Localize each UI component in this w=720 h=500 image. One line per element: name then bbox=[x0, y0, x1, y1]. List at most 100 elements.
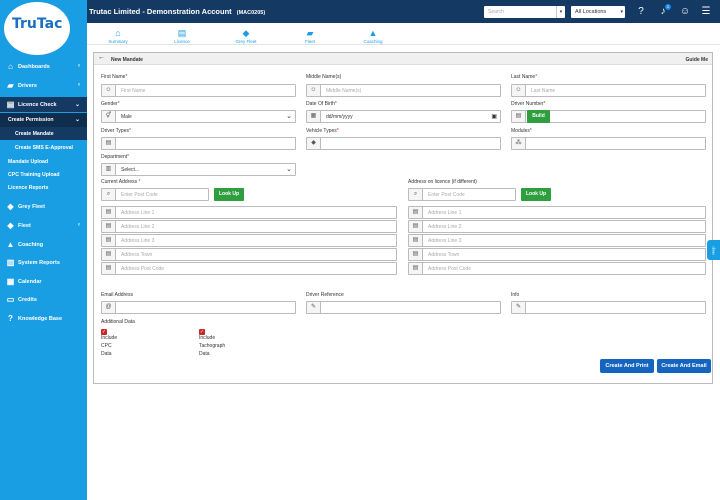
licence-address-line-3[interactable]: ▤ Address Line 3 bbox=[408, 234, 706, 247]
tab-grey-fleet[interactable]: ◆ Grey Fleet bbox=[231, 28, 261, 44]
sidebar-item-licence-reports[interactable]: Licence Reports bbox=[0, 181, 87, 194]
location-select[interactable]: All Locations ▾ bbox=[571, 6, 625, 18]
tab-coaching[interactable]: ▲ Coaching bbox=[358, 28, 388, 44]
gender-label: Gender* bbox=[101, 101, 120, 107]
user-icon: ☺ bbox=[512, 85, 526, 96]
current-postcode-field[interactable]: ⌕ Enter Post Code bbox=[101, 188, 209, 201]
search-input[interactable]: Search ▾ bbox=[484, 6, 565, 18]
licence-address-line-2[interactable]: ▤ Address Line 2 bbox=[408, 220, 706, 233]
placeholder: dd/mm/yyyy bbox=[326, 114, 353, 120]
licence-address-line-1[interactable]: ▤ Address Line 1 bbox=[408, 206, 706, 219]
bell-icon[interactable]: ♪ 2 bbox=[657, 4, 671, 18]
sidebar-item-label: Calendar bbox=[18, 279, 42, 285]
sidebar-item-coaching[interactable]: ▲ Coaching bbox=[0, 237, 87, 252]
sidebar-item-cpc-training-upload[interactable]: CPC Training Upload bbox=[0, 168, 87, 181]
settings-icon[interactable]: ☰ bbox=[700, 6, 712, 18]
email-field[interactable]: @ bbox=[101, 301, 296, 314]
user-icon: ☺ bbox=[307, 85, 321, 96]
build-button[interactable]: Build bbox=[527, 110, 550, 123]
home-icon: ⌂ bbox=[115, 28, 121, 38]
label-text: Date Of Birth bbox=[306, 101, 335, 107]
create-and-email-button[interactable]: Create And Email bbox=[657, 359, 711, 373]
current-address-postcode[interactable]: ▤ Address Post Code bbox=[101, 262, 397, 275]
middle-name-field[interactable]: ☺ Middle Name(s) bbox=[306, 84, 501, 97]
current-address-line-3[interactable]: ▤ Address Line 3 bbox=[101, 234, 397, 247]
placeholder: Middle Name(s) bbox=[326, 88, 362, 94]
list-icon: ▤ bbox=[102, 138, 116, 149]
sidebar-item-dashboards[interactable]: ⌂ Dashboards ‹ bbox=[0, 59, 87, 74]
sidebar-item-system-reports[interactable]: ▥ System Reports bbox=[0, 255, 87, 270]
licence-address-postcode[interactable]: ▤ Address Post Code bbox=[408, 262, 706, 275]
current-address-town[interactable]: ▤ Address Town bbox=[101, 248, 397, 261]
licence-postcode-field[interactable]: ⌕ Enter Post Code bbox=[408, 188, 516, 201]
info-field[interactable]: ✎ bbox=[511, 301, 706, 314]
gender-icon: ⚥ bbox=[102, 111, 116, 122]
tab-fleet[interactable]: ▰ Fleet bbox=[295, 28, 325, 44]
current-lookup-button[interactable]: Look Up bbox=[214, 188, 244, 201]
gender-select[interactable]: ⚥ Male ⌄ bbox=[101, 110, 296, 123]
last-name-field[interactable]: ☺ Last Name bbox=[511, 84, 706, 97]
modules-field[interactable]: ⁂ bbox=[511, 137, 706, 150]
dob-field[interactable]: ▦ dd/mm/yyyy ▣ bbox=[306, 110, 501, 123]
tab-label: Summary bbox=[108, 39, 128, 44]
guide-me-link[interactable]: Guide Me bbox=[685, 57, 708, 63]
create-and-print-button[interactable]: Create And Print bbox=[600, 359, 654, 373]
sidebar-item-label: CPC Training Upload bbox=[8, 172, 60, 178]
label-line: Data bbox=[101, 351, 112, 357]
label-text: First Name bbox=[101, 74, 126, 80]
sidebar-item-label: System Reports bbox=[18, 260, 60, 266]
sidebar-item-calendar[interactable]: ▦ Calendar bbox=[0, 274, 87, 289]
label-text: Current Address bbox=[101, 179, 138, 185]
sidebar-item-create-mandate[interactable]: Create Mandate bbox=[0, 127, 87, 140]
calendar-icon[interactable]: ▣ bbox=[491, 113, 497, 120]
placeholder: Address Line 2 bbox=[121, 224, 155, 230]
panel-title: New Mandate bbox=[111, 57, 143, 63]
selected-value: Select... bbox=[121, 167, 140, 173]
sidebar-item-licence-check[interactable]: ▤ Licence Check ⌄ bbox=[0, 97, 87, 112]
list-icon: ▤ bbox=[409, 235, 423, 246]
department-label: Department* bbox=[101, 154, 130, 160]
label-line: Include bbox=[101, 335, 118, 341]
driver-types-field[interactable]: ▤ bbox=[101, 137, 296, 150]
pencil-icon: ✎ bbox=[512, 302, 526, 313]
sidebar-item-label: Create SMS E-Approval bbox=[15, 145, 73, 151]
vehicle-types-field[interactable]: ◆ bbox=[306, 137, 501, 150]
sidebar-item-mandate-upload[interactable]: Mandate Upload bbox=[0, 155, 87, 168]
chevron-down-icon: ⌄ bbox=[286, 113, 292, 120]
list-icon: ▤ bbox=[102, 249, 116, 260]
driver-reference-field[interactable]: ✎ bbox=[306, 301, 501, 314]
department-select[interactable]: ▥ Select... ⌄ bbox=[101, 163, 296, 176]
search-placeholder: Search bbox=[488, 9, 504, 15]
sidebar-item-drivers[interactable]: ▰ Drivers ‹ bbox=[0, 78, 87, 93]
placeholder: Address Line 1 bbox=[121, 210, 155, 216]
current-address-line-1[interactable]: ▤ Address Line 1 bbox=[101, 206, 397, 219]
sidebar-item-fleet[interactable]: ◆ Fleet ‹ bbox=[0, 218, 87, 233]
sidebar-item-create-permission[interactable]: Create Permission ⌄ bbox=[0, 113, 87, 127]
chevron-down-icon: ⌄ bbox=[74, 102, 80, 108]
help-icon[interactable]: ? bbox=[635, 6, 647, 18]
notification-badge: 2 bbox=[665, 4, 671, 10]
logo[interactable]: TruTac bbox=[0, 0, 87, 57]
tab-licence[interactable]: ▤ Licence bbox=[167, 28, 197, 44]
licence-address-town[interactable]: ▤ Address Town bbox=[408, 248, 706, 261]
sidebar-item-knowledge-base[interactable]: ? Knowledge Base bbox=[0, 311, 87, 326]
help-tab[interactable]: Help bbox=[707, 240, 720, 260]
modules-label: Modules* bbox=[511, 128, 532, 134]
driver-types-label: Driver Types* bbox=[101, 128, 131, 134]
tab-summary[interactable]: ⌂ Summary bbox=[103, 28, 133, 44]
sidebar-item-grey-fleet[interactable]: ◆ Grey Fleet bbox=[0, 199, 87, 214]
placeholder: Address Post Code bbox=[121, 266, 165, 272]
arrow-left-icon[interactable]: ← bbox=[98, 54, 105, 61]
sidebar-item-label: Create Mandate bbox=[15, 131, 54, 137]
current-address-line-2[interactable]: ▤ Address Line 2 bbox=[101, 220, 397, 233]
label-line: CPC bbox=[101, 343, 112, 349]
sidebar-item-credits[interactable]: ▭ Credits bbox=[0, 292, 87, 307]
user-icon[interactable]: ☺ bbox=[679, 6, 691, 18]
first-name-field[interactable]: ☺ First Name bbox=[101, 84, 296, 97]
sidebar-item-label: Mandate Upload bbox=[8, 159, 49, 165]
chevron-down-icon[interactable]: ▾ bbox=[556, 6, 565, 18]
sidebar-item-create-sms[interactable]: Create SMS E-Approval bbox=[0, 141, 87, 154]
account-name: Trutac Limited - Demonstration Account bbox=[89, 7, 232, 16]
driver-number-label: Driver Number* bbox=[511, 101, 546, 107]
licence-lookup-button[interactable]: Look Up bbox=[521, 188, 551, 201]
